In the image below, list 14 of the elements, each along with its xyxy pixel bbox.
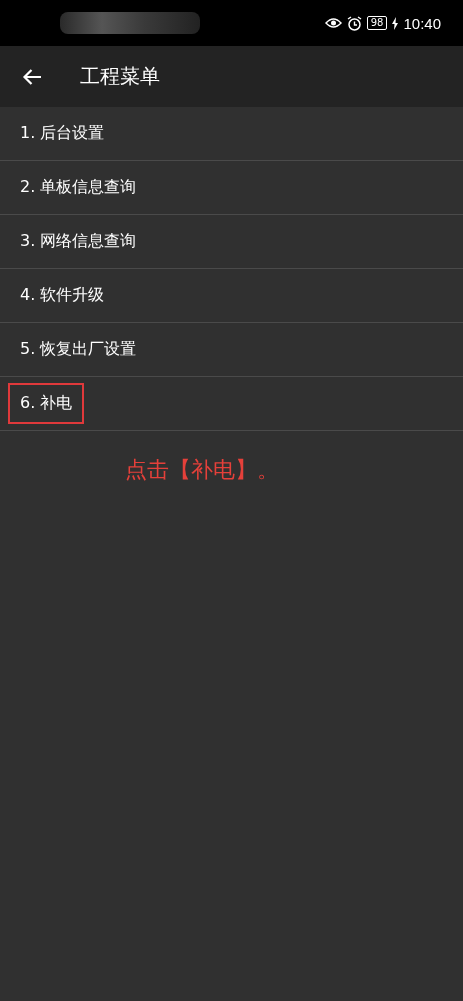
menu-item[interactable]: 2. 单板信息查询: [8, 167, 149, 208]
back-arrow-icon[interactable]: [22, 67, 42, 86]
alarm-icon: [346, 15, 362, 31]
menu-item[interactable]: 6. 补电: [8, 383, 85, 424]
menu-item[interactable]: 3. 网络信息查询: [8, 221, 149, 262]
menu-item[interactable]: 1. 后台设置: [8, 113, 117, 154]
charging-icon: [392, 16, 399, 30]
screen-title: 工程菜单: [80, 63, 160, 90]
eye-icon: [324, 17, 342, 29]
menu-item[interactable]: 5. 恢复出厂设置: [8, 329, 149, 370]
menu-item[interactable]: 4. 软件升级: [8, 275, 117, 316]
battery-level: 98: [366, 16, 388, 30]
annotation-text: 点击【补电】。: [125, 456, 280, 484]
clock-time: 10:40: [403, 14, 441, 32]
